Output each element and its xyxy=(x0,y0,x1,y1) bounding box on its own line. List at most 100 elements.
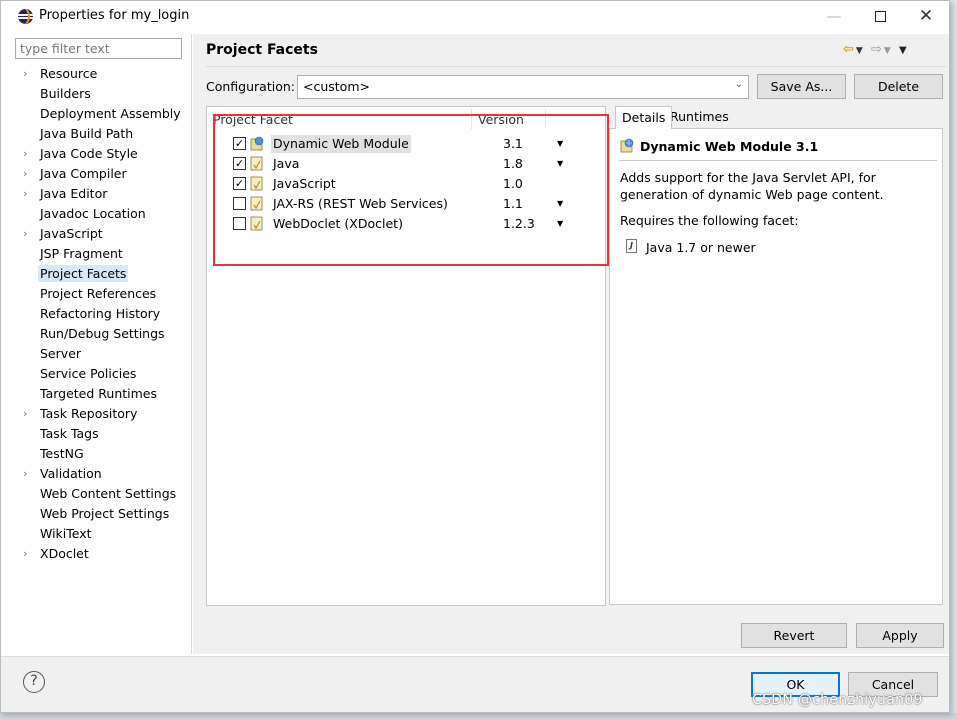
tree-item[interactable]: Java Build Path xyxy=(9,124,192,144)
tree-item[interactable]: Service Policies xyxy=(9,364,192,384)
tree-item[interactable]: Javadoc Location xyxy=(9,204,192,224)
tree-item[interactable]: Refactoring History xyxy=(9,304,192,324)
tree-item-label: Javadoc Location xyxy=(40,206,146,221)
tree-item[interactable]: › Resource xyxy=(9,64,192,84)
tree-item-label: Deployment Assembly xyxy=(40,106,181,121)
delete-button[interactable]: Delete xyxy=(854,74,943,99)
tree-item[interactable]: Deployment Assembly xyxy=(9,104,192,124)
tree-item[interactable]: Project References xyxy=(9,284,192,304)
tree-item-label: Java Compiler xyxy=(40,166,127,181)
tree-item[interactable]: JSP Fragment xyxy=(9,244,192,264)
title-separator xyxy=(206,66,946,67)
tree-item[interactable]: › JavaScript xyxy=(9,224,192,244)
close-button[interactable]: ✕ xyxy=(903,1,949,32)
revert-button[interactable]: Revert xyxy=(741,623,847,648)
minimize-button[interactable]: — xyxy=(811,1,857,32)
tab-runtimes[interactable]: Runtimes xyxy=(664,106,735,128)
tree-item-label: Run/Debug Settings xyxy=(40,326,165,341)
details-body: Dynamic Web Module 3.1 Adds support for … xyxy=(609,128,943,605)
background-window-bottom xyxy=(0,713,957,720)
tree-item[interactable]: › Validation xyxy=(9,464,192,484)
details-separator xyxy=(619,160,937,161)
tree-item-label: Java Build Path xyxy=(40,126,134,141)
tree-item-label: Web Project Settings xyxy=(40,506,170,521)
tree-item[interactable]: Server xyxy=(9,344,192,364)
apply-button[interactable]: Apply xyxy=(856,623,944,648)
tree-item-label: JavaScript xyxy=(40,226,103,241)
tree-item-label: Java Code Style xyxy=(40,146,138,161)
tree-item-label: Validation xyxy=(40,466,102,481)
tree-item-label: Refactoring History xyxy=(40,306,161,321)
title-bar: Properties for my_login — ✕ xyxy=(1,1,949,32)
tree-item-label: XDoclet xyxy=(40,546,89,561)
tree-item-label: Project References xyxy=(40,286,157,301)
tree-item-label: Task Tags xyxy=(40,426,99,441)
maximize-button[interactable] xyxy=(857,1,903,32)
eclipse-icon xyxy=(18,9,33,24)
tree-item-label: Server xyxy=(40,346,81,361)
forward-dropdown-icon[interactable]: ▼ xyxy=(884,46,893,56)
highlight-annotation xyxy=(213,114,609,266)
chevron-right-icon[interactable]: › xyxy=(23,224,33,244)
property-tree: › Resource Builders Deployment Assembly Java… xyxy=(9,64,192,564)
window-title: Properties for my_login xyxy=(39,8,190,23)
tree-item-label: JSP Fragment xyxy=(40,246,123,261)
tree-item[interactable]: Web Project Settings xyxy=(9,504,192,524)
tree-item[interactable]: › Java Code Style xyxy=(9,144,192,164)
view-menu-icon[interactable]: ▼ xyxy=(899,45,909,56)
chevron-right-icon[interactable]: › xyxy=(23,64,33,84)
chevron-right-icon[interactable]: › xyxy=(23,144,33,164)
property-tree-panel: › Resource Builders Deployment Assembly Java… xyxy=(9,34,192,654)
help-icon[interactable]: ? xyxy=(23,671,45,693)
tree-item-label: Service Policies xyxy=(40,366,137,381)
tree-item-label: WikiText xyxy=(40,526,92,541)
tree-item[interactable]: › Java Compiler xyxy=(9,164,192,184)
tree-item[interactable]: Project Facets xyxy=(9,264,192,284)
tree-item-label: TestNG xyxy=(40,446,84,461)
tree-item[interactable]: › XDoclet xyxy=(9,544,192,564)
tree-item[interactable]: Builders xyxy=(9,84,192,104)
tree-item[interactable]: TestNG xyxy=(9,444,192,464)
tree-item-label: Builders xyxy=(40,86,91,101)
navigation-toolbar: ⇦▼ ⇨▼ ▼ xyxy=(843,42,909,57)
java-file-icon: J xyxy=(626,239,637,253)
back-arrow-icon[interactable]: ⇦ xyxy=(843,42,856,57)
chevron-right-icon[interactable]: › xyxy=(23,184,33,204)
chevron-right-icon[interactable]: › xyxy=(23,404,33,424)
details-description: Adds support for the Java Servlet API, f… xyxy=(620,170,884,202)
configuration-label: Configuration: xyxy=(206,79,295,94)
configuration-value: <custom> xyxy=(303,79,370,94)
page-title: Project Facets xyxy=(206,42,318,58)
chevron-right-icon[interactable]: › xyxy=(23,464,33,484)
tree-item-label: Targeted Runtimes xyxy=(40,386,157,401)
details-requires-label: Requires the following facet: xyxy=(620,213,799,228)
properties-dialog: Properties for my_login — ✕ › Resource Bui… xyxy=(0,0,950,713)
tree-item[interactable]: › Java Editor xyxy=(9,184,192,204)
tree-item[interactable]: WikiText xyxy=(9,524,192,544)
tree-item[interactable]: Task Tags xyxy=(9,424,192,444)
watermark: CSDN @chenzhiyuan09 xyxy=(752,692,923,708)
tree-item-label: Project Facets xyxy=(38,265,129,282)
maximize-icon xyxy=(874,11,886,22)
details-pane: Details Runtimes Dynamic Web Module 3.1 … xyxy=(609,106,943,606)
forward-arrow-icon[interactable]: ⇨ xyxy=(871,42,884,57)
filter-input[interactable] xyxy=(15,38,182,59)
web-module-icon xyxy=(620,138,634,153)
configuration-select[interactable]: <custom> ⌄ xyxy=(297,75,749,99)
tree-item[interactable]: Run/Debug Settings xyxy=(9,324,192,344)
tree-item[interactable]: Targeted Runtimes xyxy=(9,384,192,404)
details-requirement: Java 1.7 or newer xyxy=(646,240,756,255)
tab-details[interactable]: Details xyxy=(615,106,673,129)
tree-item[interactable]: Web Content Settings xyxy=(9,484,192,504)
tree-item-label: Task Repository xyxy=(40,406,138,421)
tree-item[interactable]: › Task Repository xyxy=(9,404,192,424)
chevron-right-icon[interactable]: › xyxy=(23,164,33,184)
back-dropdown-icon[interactable]: ▼ xyxy=(856,46,865,56)
tree-item-label: Resource xyxy=(40,66,98,81)
details-title: Dynamic Web Module 3.1 xyxy=(640,139,819,154)
chevron-right-icon[interactable]: › xyxy=(23,544,33,564)
tree-item-label: Web Content Settings xyxy=(40,486,177,501)
tree-item-label: Java Editor xyxy=(40,186,108,201)
save-as-button[interactable]: Save As... xyxy=(757,74,846,99)
background-window-strip xyxy=(950,0,957,720)
